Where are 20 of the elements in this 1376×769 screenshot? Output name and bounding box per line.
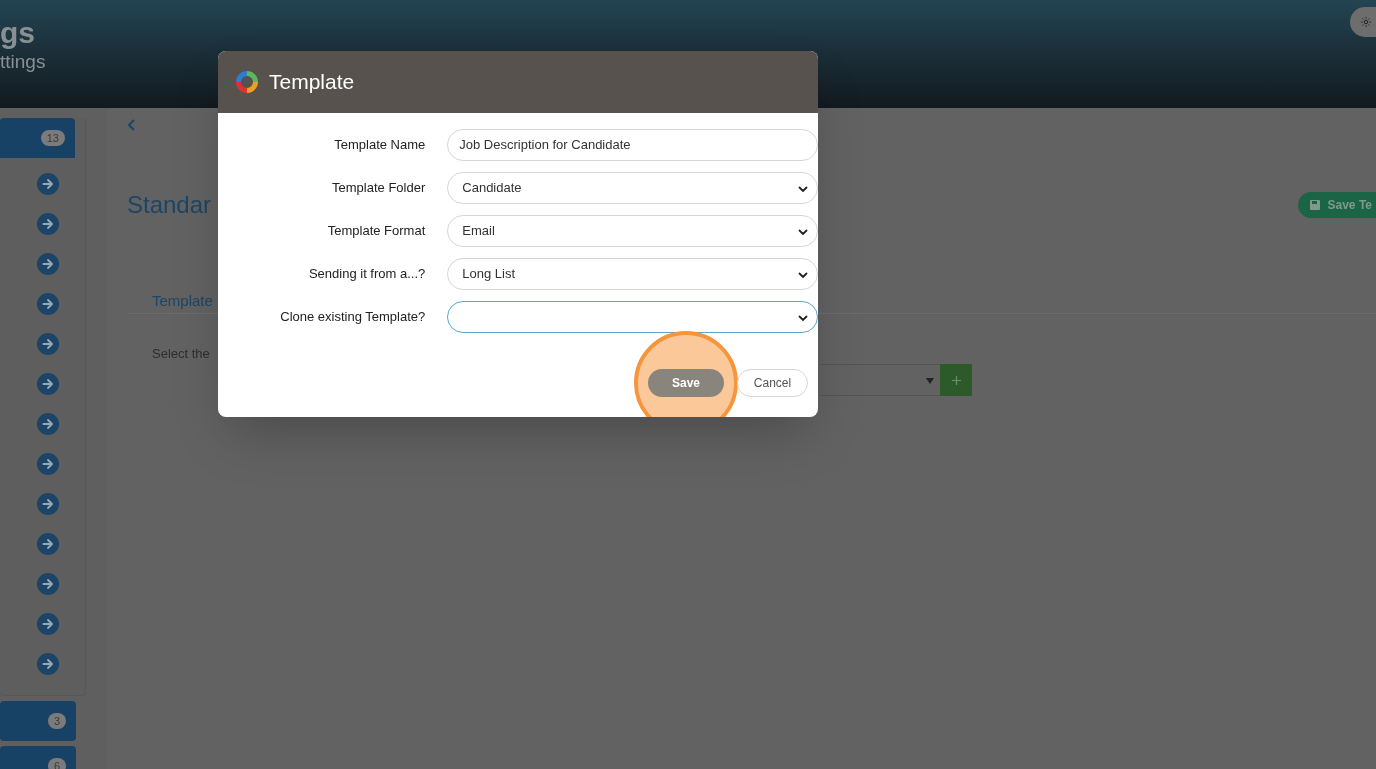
field-label: Template Format — [326, 222, 426, 241]
count-badge: 13 — [40, 130, 65, 146]
field-label: Sending it from a...? — [307, 265, 426, 284]
dialog-title: Template — [269, 69, 355, 96]
settings-icon — [1360, 16, 1372, 28]
field-label: Clone existing Template? — [279, 308, 426, 327]
save-template-button[interactable]: Save Te — [1297, 192, 1376, 218]
page-subtitle: ttings — [0, 50, 46, 74]
page-title: gs — [0, 16, 35, 50]
logo-icon — [234, 69, 260, 95]
sidebar-group-header[interactable]: 13 — [0, 118, 75, 158]
cancel-button[interactable]: Cancel — [737, 369, 808, 397]
section-title: Standar — [127, 190, 212, 220]
field-label: Template Name — [333, 136, 426, 155]
plus-icon — [951, 375, 961, 385]
count-badge: 3 — [47, 713, 66, 729]
field-label: Template Folder — [331, 179, 426, 198]
caret-icon — [926, 378, 934, 384]
save-button[interactable]: Save — [648, 369, 724, 397]
sidebar-group-header[interactable]: 3 — [0, 701, 76, 741]
